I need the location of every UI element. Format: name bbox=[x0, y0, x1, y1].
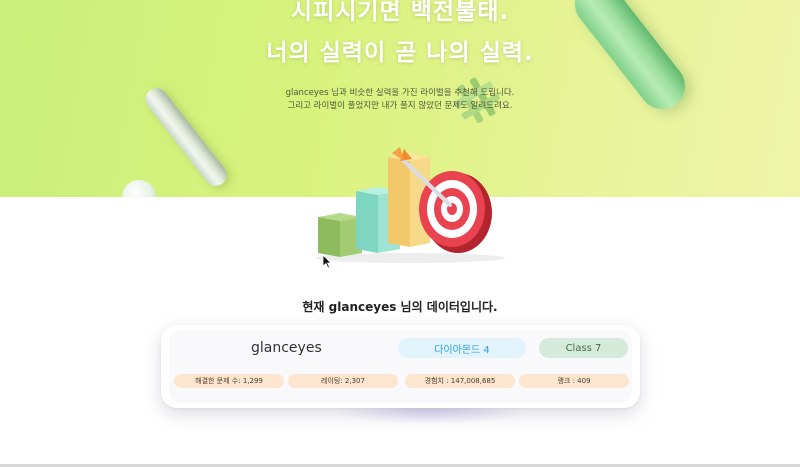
decorative-sphere bbox=[122, 180, 156, 197]
data-section-heading: 현재 glanceyes 님의 데이터입니다. bbox=[302, 300, 498, 314]
hero-title-line-1: 시피시기면 백전불태. bbox=[290, 0, 510, 25]
tier-badge: 다이아몬드 4 bbox=[398, 338, 526, 358]
stat-rating: 레이팅: 2,307 bbox=[288, 374, 398, 388]
stat-solved-count: 해결한 문제 수: 1,299 bbox=[174, 374, 284, 388]
class-badge: Class 7 bbox=[539, 338, 628, 358]
stat-exp: 경험치 : 147,008,685 bbox=[405, 374, 515, 388]
hero-subtitle-line-1: glanceyes 님과 비슷한 실력을 가진 라이벌을 추천해 드립니다. bbox=[285, 88, 515, 98]
username: glanceyes bbox=[251, 340, 322, 356]
stat-rank: 랭크 : 409 bbox=[519, 374, 629, 388]
hero-title-line-2: 너의 실력이 곧 나의 실력. bbox=[266, 40, 534, 66]
mouse-pointer-icon bbox=[323, 255, 332, 269]
target-bar-chart-illustration bbox=[315, 147, 505, 263]
hero-subtitle-line-2: 그리고 라이벌이 풀었지만 내가 풀지 않았던 문제도 알려드려요. bbox=[287, 101, 513, 111]
